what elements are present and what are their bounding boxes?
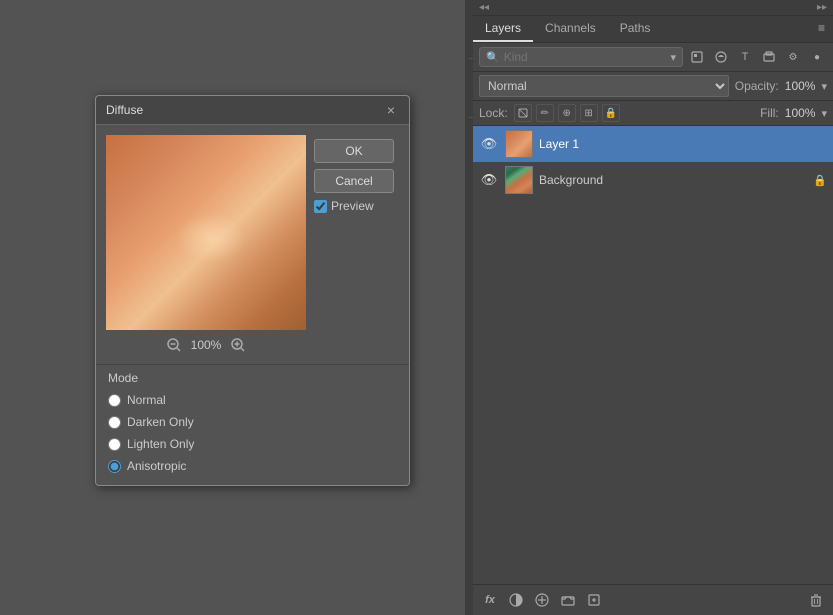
opacity-value[interactable]: 100% xyxy=(785,79,816,93)
mode-lighten-only[interactable]: Lighten Only xyxy=(108,437,397,451)
mode-darken-only[interactable]: Darken Only xyxy=(108,415,397,429)
panel-search-toolbar: 🔍 ▾ T xyxy=(473,43,833,72)
fill-label: Fill: xyxy=(760,106,779,120)
layer1-name: Layer 1 xyxy=(539,137,827,151)
blend-mode-select[interactable]: Normal xyxy=(479,75,729,97)
lock-transparent-button[interactable] xyxy=(514,104,532,122)
add-fx-button[interactable]: fx xyxy=(479,589,501,611)
layer1-thumbnail xyxy=(505,130,533,158)
layer-item-background[interactable]: 👁 Background 🔒 xyxy=(473,162,833,198)
right-panel: ◂◂ ▸▸ Layers Channels Paths ≡ 🔍 ▾ xyxy=(473,0,833,615)
lock-label: Lock: xyxy=(479,106,508,120)
mode-lighten-only-radio[interactable] xyxy=(108,438,121,451)
background-eye-icon: 👁 xyxy=(481,172,498,188)
preview-image xyxy=(106,135,306,330)
panel-bottom-bar: fx xyxy=(473,584,833,615)
filter-text-icon[interactable]: T xyxy=(735,47,755,67)
mode-section: Mode Normal Darken Only Lighten Only Ani… xyxy=(96,364,409,485)
delete-layer-button[interactable] xyxy=(805,589,827,611)
preview-area: 100% xyxy=(106,135,306,354)
blend-mode-row: Normal Opacity: 100% ▾ xyxy=(473,72,833,101)
layer-item-layer1[interactable]: 👁 Layer 1 xyxy=(473,126,833,162)
filter-shape-icon[interactable] xyxy=(759,47,779,67)
mode-anisotropic[interactable]: Anisotropic xyxy=(108,459,397,473)
dialog-titlebar: Diffuse × xyxy=(96,96,409,125)
lock-position-button[interactable]: ⊕ xyxy=(558,104,576,122)
background-thumbnail xyxy=(505,166,533,194)
opacity-dropdown-arrow[interactable]: ▾ xyxy=(821,80,827,93)
mode-normal[interactable]: Normal xyxy=(108,393,397,407)
search-icon: 🔍 xyxy=(486,51,500,64)
mode-darken-only-radio[interactable] xyxy=(108,416,121,429)
fill-dropdown-arrow[interactable]: ▾ xyxy=(821,107,827,120)
kind-search[interactable]: 🔍 ▾ xyxy=(479,47,683,67)
filter-adjust-icon[interactable] xyxy=(711,47,731,67)
filter-lock-icon[interactable]: ⚙ xyxy=(783,47,803,67)
ok-button[interactable]: OK xyxy=(314,139,394,163)
mode-section-label: Mode xyxy=(108,371,397,385)
layer1-eye-icon: 👁 xyxy=(481,136,498,152)
preview-checkbox-label[interactable]: Preview xyxy=(314,199,394,213)
close-button[interactable]: × xyxy=(383,102,399,118)
collapse-right-arrows: ▸▸ xyxy=(817,2,827,13)
panel-menu-button[interactable]: ≡ xyxy=(810,16,833,42)
dialog-buttons: OK Cancel Preview xyxy=(314,135,394,354)
tab-paths[interactable]: Paths xyxy=(608,16,663,42)
filter-toggle-icon[interactable]: ● xyxy=(807,47,827,67)
add-layer-button[interactable] xyxy=(583,589,605,611)
preview-checkbox-text: Preview xyxy=(331,199,374,213)
background-lock-icon: 🔒 xyxy=(813,174,827,187)
layer1-visibility-button[interactable]: 👁 xyxy=(479,134,499,154)
mode-normal-radio[interactable] xyxy=(108,394,121,407)
mode-anisotropic-radio[interactable] xyxy=(108,460,121,473)
lock-row: Lock: ✏ ⊕ ⊞ 🔒 Fill: 100% ▾ xyxy=(473,101,833,126)
zoom-value: 100% xyxy=(191,338,222,352)
layers-list: 👁 Layer 1 👁 Background 🔒 xyxy=(473,126,833,584)
panel-collapse-top: ◂◂ ▸▸ xyxy=(473,0,833,16)
preview-zoom-controls: 100% xyxy=(106,336,306,354)
kind-search-input[interactable] xyxy=(504,50,667,64)
lock-all-button[interactable]: 🔒 xyxy=(602,104,620,122)
dialog-title: Diffuse xyxy=(106,103,143,117)
lock-artboard-button[interactable]: ⊞ xyxy=(580,104,598,122)
add-group-button[interactable] xyxy=(557,589,579,611)
background-visibility-button[interactable]: 👁 xyxy=(479,170,499,190)
mode-anisotropic-label: Anisotropic xyxy=(127,459,186,473)
zoom-out-button[interactable] xyxy=(165,336,183,354)
kind-dropdown-arrow[interactable]: ▾ xyxy=(670,51,676,64)
filter-pixel-icon[interactable] xyxy=(687,47,707,67)
tab-layers[interactable]: Layers xyxy=(473,16,533,42)
panel-tabs: Layers Channels Paths ≡ xyxy=(473,16,833,43)
lock-image-button[interactable]: ✏ xyxy=(536,104,554,122)
preview-checkbox-input[interactable] xyxy=(314,200,327,213)
cancel-button[interactable]: Cancel xyxy=(314,169,394,193)
diffuse-dialog: Diffuse × 100% xyxy=(95,95,410,486)
add-mask-button[interactable] xyxy=(505,589,527,611)
dialog-body: 100% OK Cancel Preview xyxy=(96,125,409,364)
toolbar-filter-icons: T ⚙ ● xyxy=(687,47,827,67)
tab-channels[interactable]: Channels xyxy=(533,16,608,42)
add-adjustment-button[interactable] xyxy=(531,589,553,611)
mode-normal-label: Normal xyxy=(127,393,166,407)
mode-darken-only-label: Darken Only xyxy=(127,415,194,429)
mode-radio-group: Normal Darken Only Lighten Only Anisotro… xyxy=(108,393,397,473)
collapse-left-arrows: ◂◂ xyxy=(479,2,489,13)
background-layer-name: Background xyxy=(539,173,807,187)
opacity-label: Opacity: xyxy=(735,79,779,93)
lock-icons: ✏ ⊕ ⊞ 🔒 xyxy=(514,104,620,122)
fill-value[interactable]: 100% xyxy=(785,106,816,120)
zoom-in-button[interactable] xyxy=(229,336,247,354)
mode-lighten-only-label: Lighten Only xyxy=(127,437,194,451)
